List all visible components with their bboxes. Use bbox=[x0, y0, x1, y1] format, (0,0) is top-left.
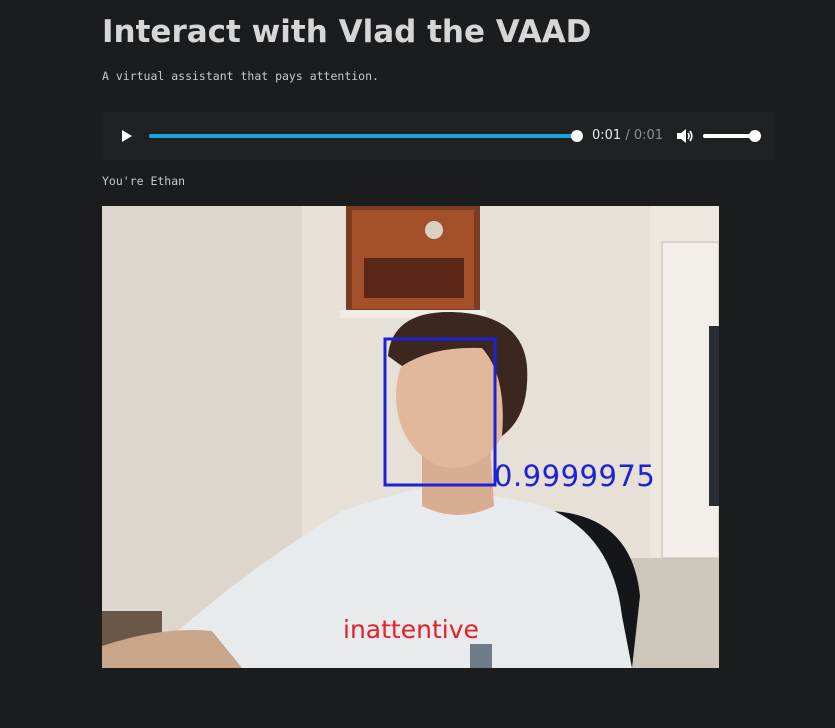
hanging-coat bbox=[709, 326, 719, 506]
poster-detail bbox=[364, 258, 464, 298]
attention-state: inattentive bbox=[343, 615, 479, 644]
page-subtitle: A virtual assistant that pays attention. bbox=[102, 69, 379, 83]
current-time: 0:01 bbox=[592, 128, 622, 143]
poster-planet bbox=[425, 221, 443, 239]
seek-progress bbox=[149, 134, 577, 138]
play-icon[interactable] bbox=[118, 128, 134, 144]
time-separator: / bbox=[625, 128, 630, 143]
audio-player: 0:01 / 0:01 bbox=[102, 112, 774, 160]
user-label: You're Ethan bbox=[102, 174, 186, 188]
seek-handle[interactable] bbox=[571, 130, 583, 142]
duration: 0:01 bbox=[633, 128, 664, 143]
seek-slider[interactable] bbox=[149, 130, 583, 142]
volume-handle[interactable] bbox=[749, 130, 761, 142]
volume-icon[interactable] bbox=[676, 128, 694, 144]
volume-slider[interactable] bbox=[703, 130, 761, 142]
page-title: Interact with Vlad the VAAD bbox=[102, 14, 592, 50]
volume-level bbox=[703, 134, 755, 138]
webcam-feed: 0.9999975 inattentive bbox=[102, 206, 719, 668]
attention-score: 0.9999975 bbox=[494, 459, 656, 493]
time-display: 0:01 / 0:01 bbox=[592, 128, 663, 143]
shirt-logo bbox=[470, 644, 492, 668]
webcam-frame bbox=[102, 206, 719, 668]
